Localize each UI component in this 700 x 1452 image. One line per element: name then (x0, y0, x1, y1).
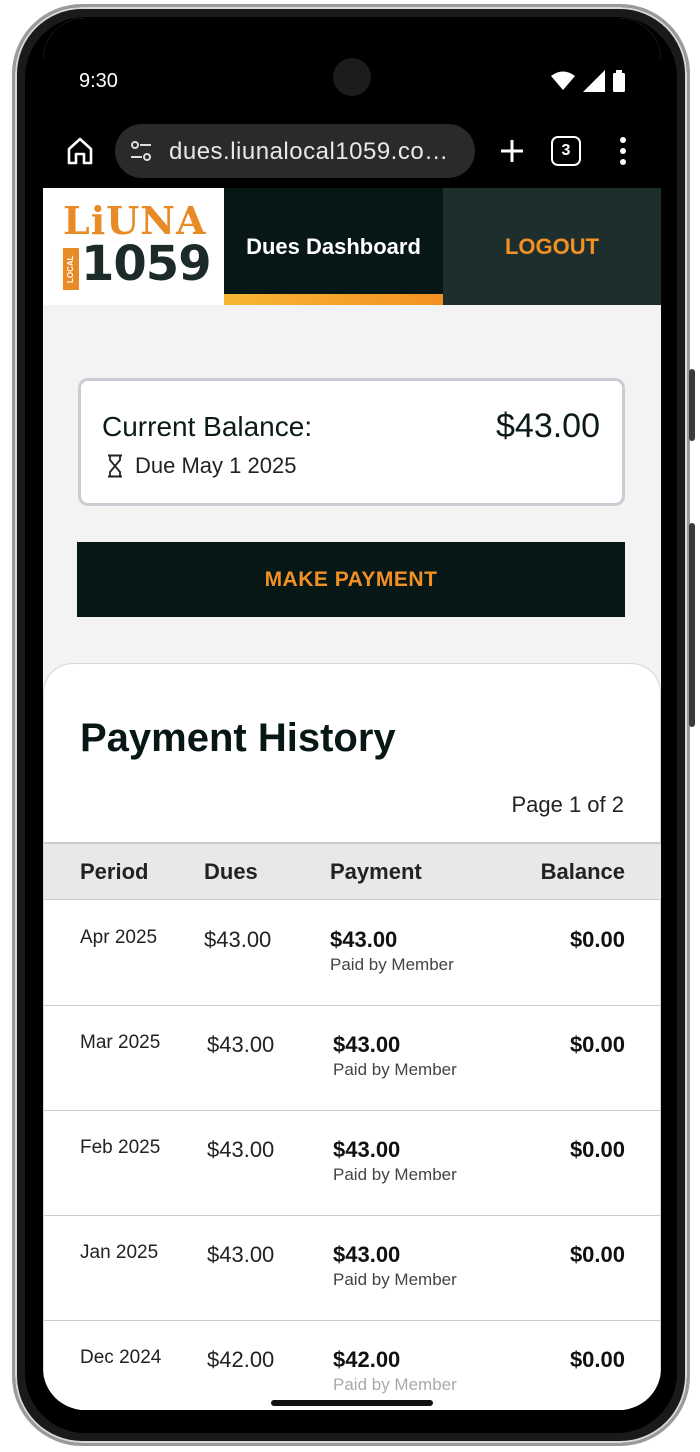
wifi-icon (551, 71, 575, 90)
row-dues: $43.00 (207, 1242, 275, 1267)
pagination-label: Page 1 of 2 (511, 792, 624, 817)
row-dues: $43.00 (207, 1137, 275, 1162)
gesture-home-bar[interactable] (271, 1400, 433, 1406)
balance-card: Current Balance: $43.00 Due May 1 2025 (78, 378, 625, 506)
row-payment-note: Paid by Member (333, 1375, 457, 1394)
balance-amount: $43.00 (496, 407, 600, 445)
hourglass-icon (108, 454, 122, 478)
overflow-menu-icon[interactable] (613, 134, 633, 168)
table-row[interactable]: Feb 2025 $43.00 $43.00 Paid by Member $0… (44, 1111, 661, 1216)
row-payment-note: Paid by Member (333, 1270, 457, 1289)
power-button (689, 369, 695, 441)
balance-label: Current Balance: (102, 411, 313, 442)
row-balance: $0.00 (569, 1347, 625, 1372)
column-header-payment: Payment (330, 859, 422, 884)
row-dues: $43.00 (204, 927, 272, 952)
table-row[interactable]: Apr 2025 $43.00 $43.00 Paid by Member $0… (44, 901, 661, 1006)
table-row[interactable]: Dec 2024 $42.00 $42.00 Paid by Member $0… (44, 1321, 661, 1410)
payment-history-panel: Payment History Page 1 of 2 Period Dues … (43, 663, 661, 1410)
table-row[interactable]: Jan 2025 $43.00 $43.00 Paid by Member $0… (44, 1216, 661, 1321)
column-header-period: Period (80, 859, 149, 884)
logo-number: 1059 (81, 236, 212, 292)
row-payment: $43.00 (333, 1242, 401, 1267)
row-dues: $42.00 (207, 1347, 275, 1372)
status-icons (551, 70, 625, 92)
row-period: Jan 2025 (80, 1242, 159, 1263)
row-period: Mar 2025 (80, 1032, 161, 1053)
active-nav-indicator (224, 294, 443, 305)
front-camera (333, 58, 371, 96)
tab-switcher-button[interactable]: 3 (551, 136, 581, 166)
site-settings-icon[interactable] (129, 139, 153, 163)
row-dues: $43.00 (207, 1032, 275, 1057)
table-row[interactable]: Mar 2025 $43.00 $43.00 Paid by Member $0… (44, 1006, 661, 1111)
row-payment-note: Paid by Member (330, 955, 454, 974)
row-period: Feb 2025 (80, 1137, 161, 1158)
column-header-dues: Dues (204, 859, 258, 884)
row-payment-note: Paid by Member (333, 1060, 457, 1079)
browser-toolbar: dues.liunalocal1059.co… 3 (43, 122, 661, 180)
row-payment: $43.00 (330, 927, 398, 952)
payment-history-title: Payment History (80, 716, 396, 760)
row-payment: $42.00 (333, 1347, 401, 1372)
new-tab-icon[interactable] (495, 134, 529, 168)
row-payment: $43.00 (333, 1137, 401, 1162)
app-header: LiUNA LOCAL 1059 Dues Dashboard LOGOUT (43, 188, 661, 305)
due-date-text: Due May 1 2025 (135, 453, 297, 478)
volume-button (689, 523, 695, 727)
address-bar[interactable]: dues.liunalocal1059.co… (115, 124, 475, 178)
table-header: Period Dues Payment Balance (44, 842, 661, 900)
status-time: 9:30 (79, 70, 118, 92)
liuna-logo[interactable]: LiUNA LOCAL 1059 (43, 188, 224, 305)
row-balance: $0.00 (569, 1032, 625, 1057)
logo-local-tag: LOCAL (63, 248, 79, 290)
system-and-browser-bar: 9:30 dues.liunalocal1059.co… 3 (43, 18, 661, 188)
logout-button[interactable]: LOGOUT (443, 188, 661, 305)
due-date: Due May 1 2025 (107, 453, 296, 479)
row-balance: $0.00 (569, 1242, 625, 1267)
row-payment-note: Paid by Member (333, 1165, 457, 1184)
nav-dues-dashboard[interactable]: Dues Dashboard (224, 188, 443, 305)
column-header-balance: Balance (540, 859, 625, 884)
row-balance: $0.00 (569, 1137, 625, 1162)
row-payment: $43.00 (333, 1032, 401, 1057)
url-text: dues.liunalocal1059.co… (169, 138, 449, 165)
row-period: Apr 2025 (80, 927, 158, 948)
row-period: Dec 2024 (80, 1347, 162, 1368)
make-payment-button[interactable]: MAKE PAYMENT (77, 542, 625, 617)
home-icon[interactable] (63, 134, 97, 168)
battery-icon (613, 70, 625, 92)
signal-icon (583, 70, 605, 92)
row-balance: $0.00 (569, 927, 625, 952)
screen: 9:30 dues.liunalocal1059.co… 3 LiUNA LOC… (43, 18, 661, 1410)
